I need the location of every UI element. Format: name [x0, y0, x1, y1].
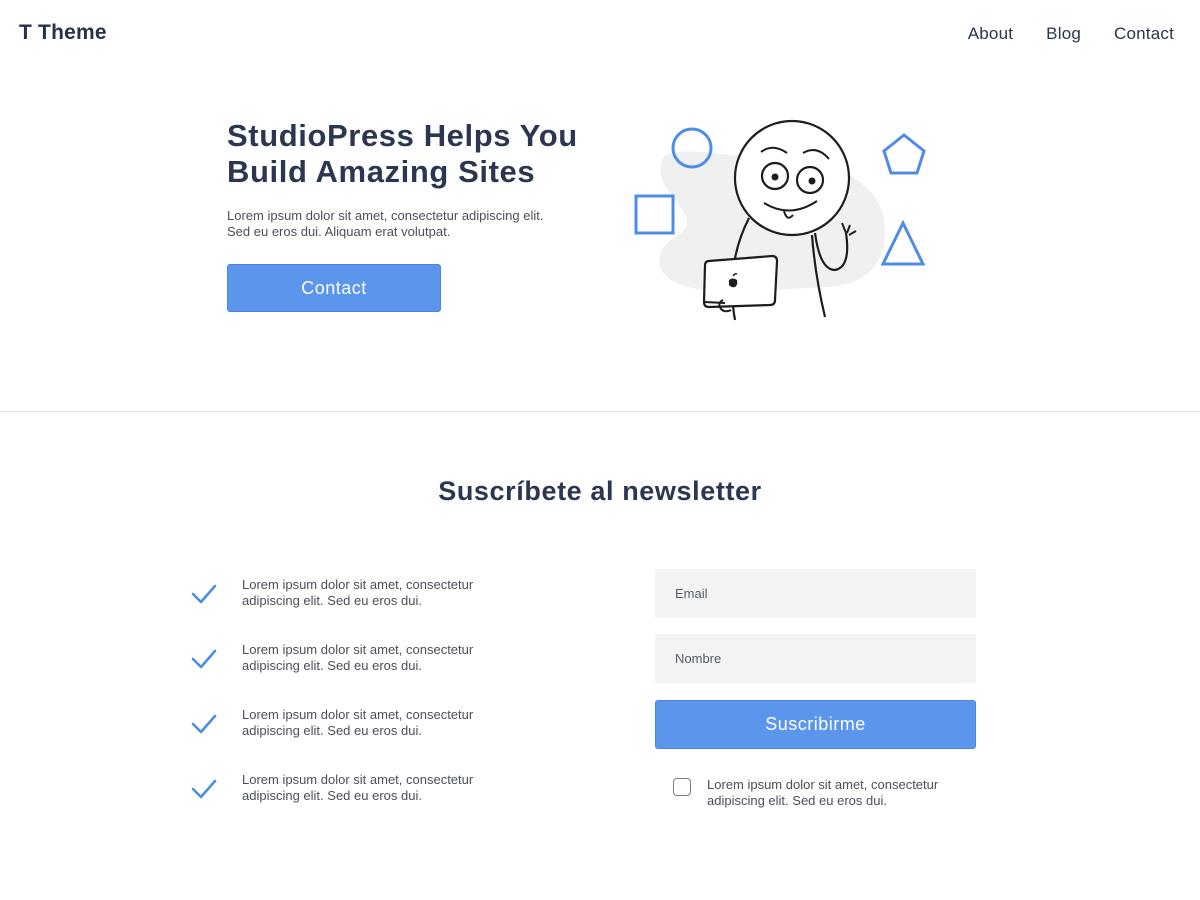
checkmark-icon — [191, 649, 217, 669]
benefit-text: Lorem ipsum dolor sit amet, consectetur … — [242, 772, 474, 803]
checkmark-icon — [191, 714, 217, 734]
benefit-text: Lorem ipsum dolor sit amet, consectetur … — [242, 577, 474, 608]
benefit-text: Lorem ipsum dolor sit amet, consectetur … — [242, 707, 474, 738]
list-item: Lorem ipsum dolor sit amet, consectetur … — [190, 706, 520, 771]
section-divider — [0, 411, 1200, 412]
nav-link-contact[interactable]: Contact — [1114, 24, 1174, 44]
triangle-icon — [880, 219, 926, 266]
list-item: Lorem ipsum dolor sit amet, consectetur … — [190, 641, 520, 706]
list-item: Lorem ipsum dolor sit amet, consectetur … — [190, 576, 520, 641]
square-icon — [634, 194, 675, 235]
pentagon-icon — [882, 133, 926, 175]
consent-checkbox[interactable] — [673, 778, 691, 796]
checkmark-icon — [191, 779, 217, 799]
benefit-list: Lorem ipsum dolor sit amet, consectetur … — [190, 576, 520, 836]
hero-text: Lorem ipsum dolor sit amet, consectetur … — [227, 208, 544, 239]
name-field[interactable] — [655, 634, 976, 683]
main-nav: About Blog Contact — [968, 24, 1174, 44]
list-item: Lorem ipsum dolor sit amet, consectetur … — [190, 771, 520, 836]
hero-title: StudioPress Helps You Build Amazing Site… — [227, 118, 578, 189]
newsletter-title: Suscríbete al newsletter — [438, 476, 762, 506]
subscribe-button[interactable]: Suscribirme — [655, 700, 976, 749]
benefit-text: Lorem ipsum dolor sit amet, consectetur … — [242, 642, 474, 673]
email-field[interactable] — [655, 569, 976, 618]
checkmark-icon — [191, 584, 217, 604]
nav-link-about[interactable]: About — [968, 24, 1013, 44]
site-title[interactable]: T Theme — [19, 21, 107, 45]
nav-link-blog[interactable]: Blog — [1046, 24, 1081, 44]
contact-button[interactable]: Contact — [227, 264, 441, 312]
consent-label: Lorem ipsum dolor sit amet, consectetur … — [707, 777, 939, 808]
page: T Theme About Blog Contact StudioPress H… — [0, 0, 1200, 900]
person-with-laptop-illustration — [634, 119, 926, 321]
